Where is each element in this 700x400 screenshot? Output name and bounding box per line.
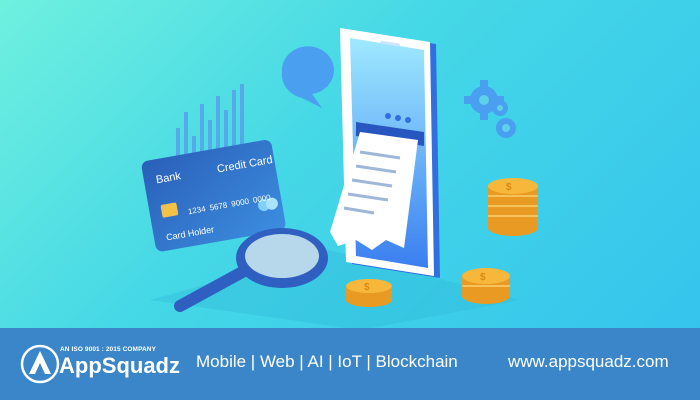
chip-icon	[160, 202, 179, 218]
svg-text:$: $	[364, 282, 370, 293]
svg-text:$: $	[480, 272, 486, 283]
svg-text:$: $	[506, 182, 512, 193]
gear-icon	[464, 80, 516, 138]
services-list: Mobile | Web | AI | IoT | Blockchain	[196, 352, 458, 371]
company-logo: AN ISO 9001 : 2015 COMPANY AppSquadz	[20, 342, 180, 388]
logo-tagline: AN ISO 9001 : 2015 COMPANY	[60, 346, 157, 353]
footer-bar: AN ISO 9001 : 2015 COMPANY AppSquadz Mob…	[0, 328, 700, 400]
hero-illustration: Bank Credit Card 1234 5678 9000 0000 Car…	[141, 28, 538, 328]
coin-icon: $	[462, 268, 510, 304]
coin-icon: $	[488, 178, 538, 236]
banner: Bank Credit Card 1234 5678 9000 0000 Car…	[0, 0, 700, 400]
logo-name: AppSquadz	[59, 353, 180, 378]
coin-icon: $	[346, 279, 392, 307]
logo-badge-icon	[20, 344, 60, 384]
chat-bubble-icon	[281, 46, 334, 108]
website-link[interactable]: www.appsquadz.com	[508, 352, 669, 372]
